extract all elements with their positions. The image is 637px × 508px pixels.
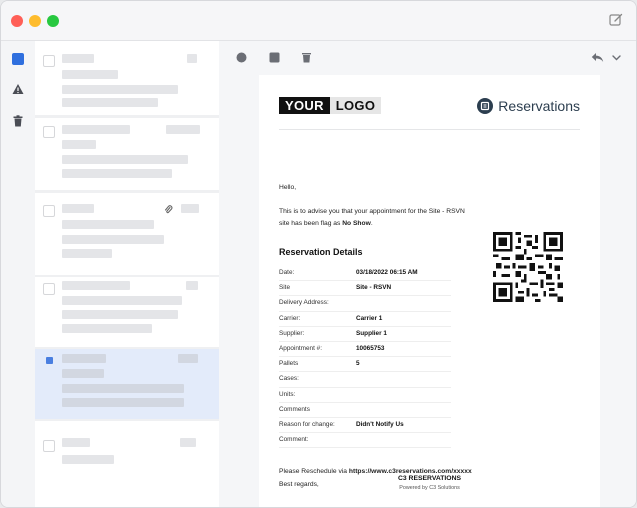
qr-code [493, 232, 563, 302]
greeting: Hello, [279, 184, 297, 191]
list-item[interactable] [35, 41, 219, 115]
table-row: Supplier: Supplier 1 [279, 327, 451, 342]
compose-icon[interactable] [609, 13, 623, 27]
table-row: Comment: [279, 433, 451, 449]
mail-window: YOUR LOGO Reservations Hello, This is to… [0, 0, 637, 508]
trash-icon[interactable] [12, 115, 24, 127]
reservations-logo-icon [477, 98, 494, 114]
table-row: Comments [279, 403, 451, 418]
email-body: YOUR LOGO Reservations Hello, This is to… [259, 75, 600, 507]
trash-icon[interactable] [301, 52, 312, 63]
select-checkbox[interactable] [43, 126, 55, 138]
list-item-selected[interactable] [35, 349, 219, 419]
reservation-details-table: Date: 03/18/2022 06:15 AM Site Site - RSVN… [279, 266, 451, 449]
message-list [35, 41, 219, 507]
unread-indicator [46, 357, 53, 364]
reservations-brand: Reservations [477, 97, 580, 115]
select-checkbox[interactable] [43, 55, 55, 67]
mailbox-rail [1, 41, 35, 507]
section-title: Reservation Details [279, 247, 363, 257]
attachment-icon [164, 205, 173, 214]
divider [279, 129, 580, 130]
table-row: Date: 03/18/2022 06:15 AM [279, 266, 451, 282]
list-item[interactable] [35, 277, 219, 347]
chevron-down-icon[interactable] [612, 52, 621, 63]
footer-title: C3 RESERVATIONS [397, 475, 462, 482]
reply-icon[interactable] [591, 52, 604, 63]
table-row: Carrier: Carrier 1 [279, 312, 451, 327]
table-row: Site Site - RSVN [279, 281, 451, 297]
logo-part2: LOGO [329, 97, 382, 114]
table-row: Appointment #: 10065753 [279, 342, 451, 358]
footer-subtitle: Powered by C3 Solutions [399, 485, 460, 491]
intro-line-1: This is to advise you that your appointm… [279, 208, 465, 215]
status-no-show: No Show [342, 220, 371, 227]
mark-read-icon[interactable] [236, 52, 247, 63]
intro-line-2: site has been flag as No Show. [279, 220, 373, 227]
select-checkbox[interactable] [43, 205, 55, 217]
zoom-window-button[interactable] [47, 15, 59, 27]
message-toolbar [219, 41, 636, 73]
inbox-icon[interactable] [12, 53, 24, 65]
close-window-button[interactable] [11, 15, 23, 27]
list-item[interactable] [35, 193, 219, 275]
logo-part1: YOUR [279, 97, 330, 114]
warning-icon[interactable] [12, 83, 24, 95]
reschedule-link[interactable]: https://www.c3reservations.com/xxxxx [349, 468, 472, 475]
table-row: Pallets 5 [279, 357, 451, 373]
minimize-window-button[interactable] [29, 15, 41, 27]
table-row: Units: [279, 388, 451, 403]
message-viewer: YOUR LOGO Reservations Hello, This is to… [219, 41, 636, 507]
list-item[interactable] [35, 118, 219, 190]
select-checkbox[interactable] [43, 440, 55, 452]
table-row: Cases: [279, 372, 451, 388]
title-bar [1, 1, 636, 41]
archive-icon[interactable] [269, 52, 280, 63]
company-logo: YOUR LOGO [279, 97, 382, 114]
list-item[interactable] [35, 421, 219, 507]
table-row: Reason for change: Didn't Notify Us [279, 418, 451, 434]
select-checkbox[interactable] [43, 283, 55, 295]
table-row: Delivery Address: [279, 296, 451, 312]
brand-name: Reservations [498, 98, 580, 114]
